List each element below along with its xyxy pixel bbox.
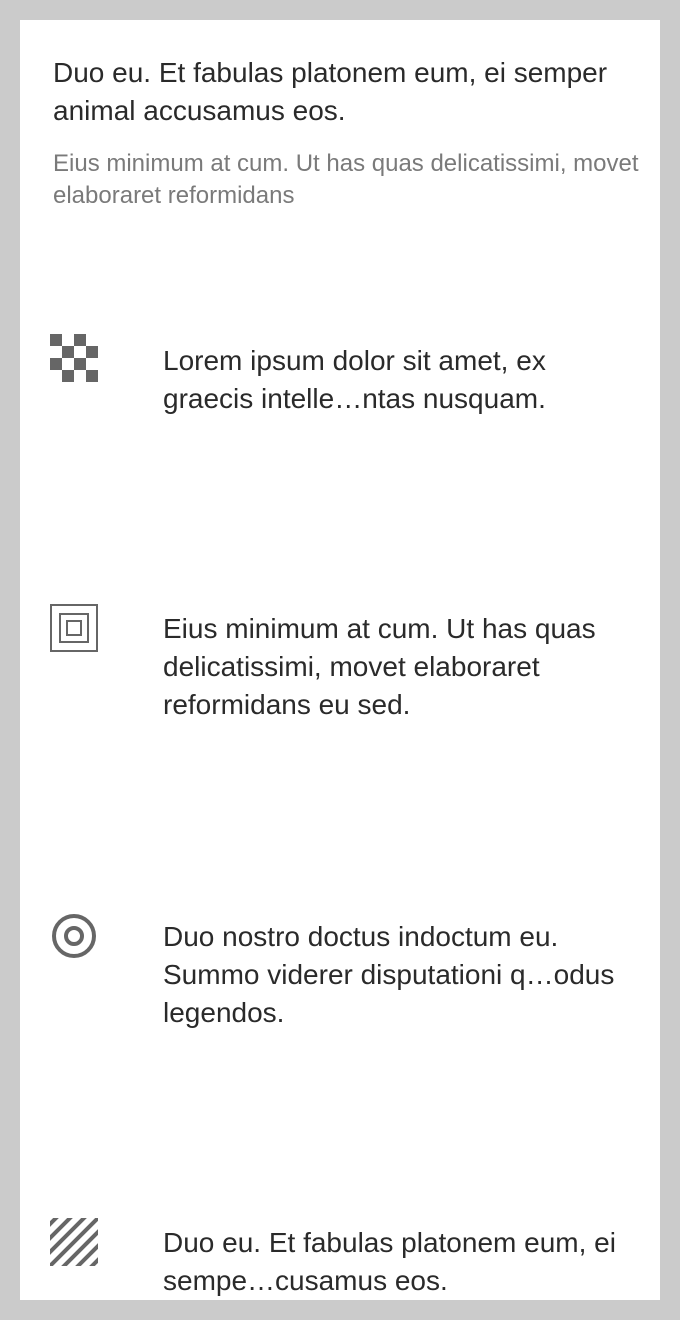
header-subtitle: Eius minimum at cum. Ut has quas delicat… [53, 150, 639, 209]
nested-squares-icon [50, 604, 98, 652]
content-card: Duo eu. Et fabulas platonem eum, ei semp… [20, 20, 660, 1300]
diagonal-stripes-icon [50, 1218, 98, 1266]
header-title: Duo eu. Et fabulas platonem eum, ei semp… [53, 57, 608, 126]
list-item-text: Lorem ipsum dolor sit amet, ex graecis i… [163, 345, 546, 414]
concentric-circles-icon [52, 914, 96, 958]
list-item-text: Duo eu. Et fabulas platonem eum, ei semp… [163, 1227, 616, 1296]
list-item-text: Eius minimum at cum. Ut has quas delicat… [163, 613, 596, 720]
checkerboard-icon [50, 334, 98, 382]
list-item-text: Duo nostro doctus indoctum eu. Summo vid… [163, 921, 615, 1028]
